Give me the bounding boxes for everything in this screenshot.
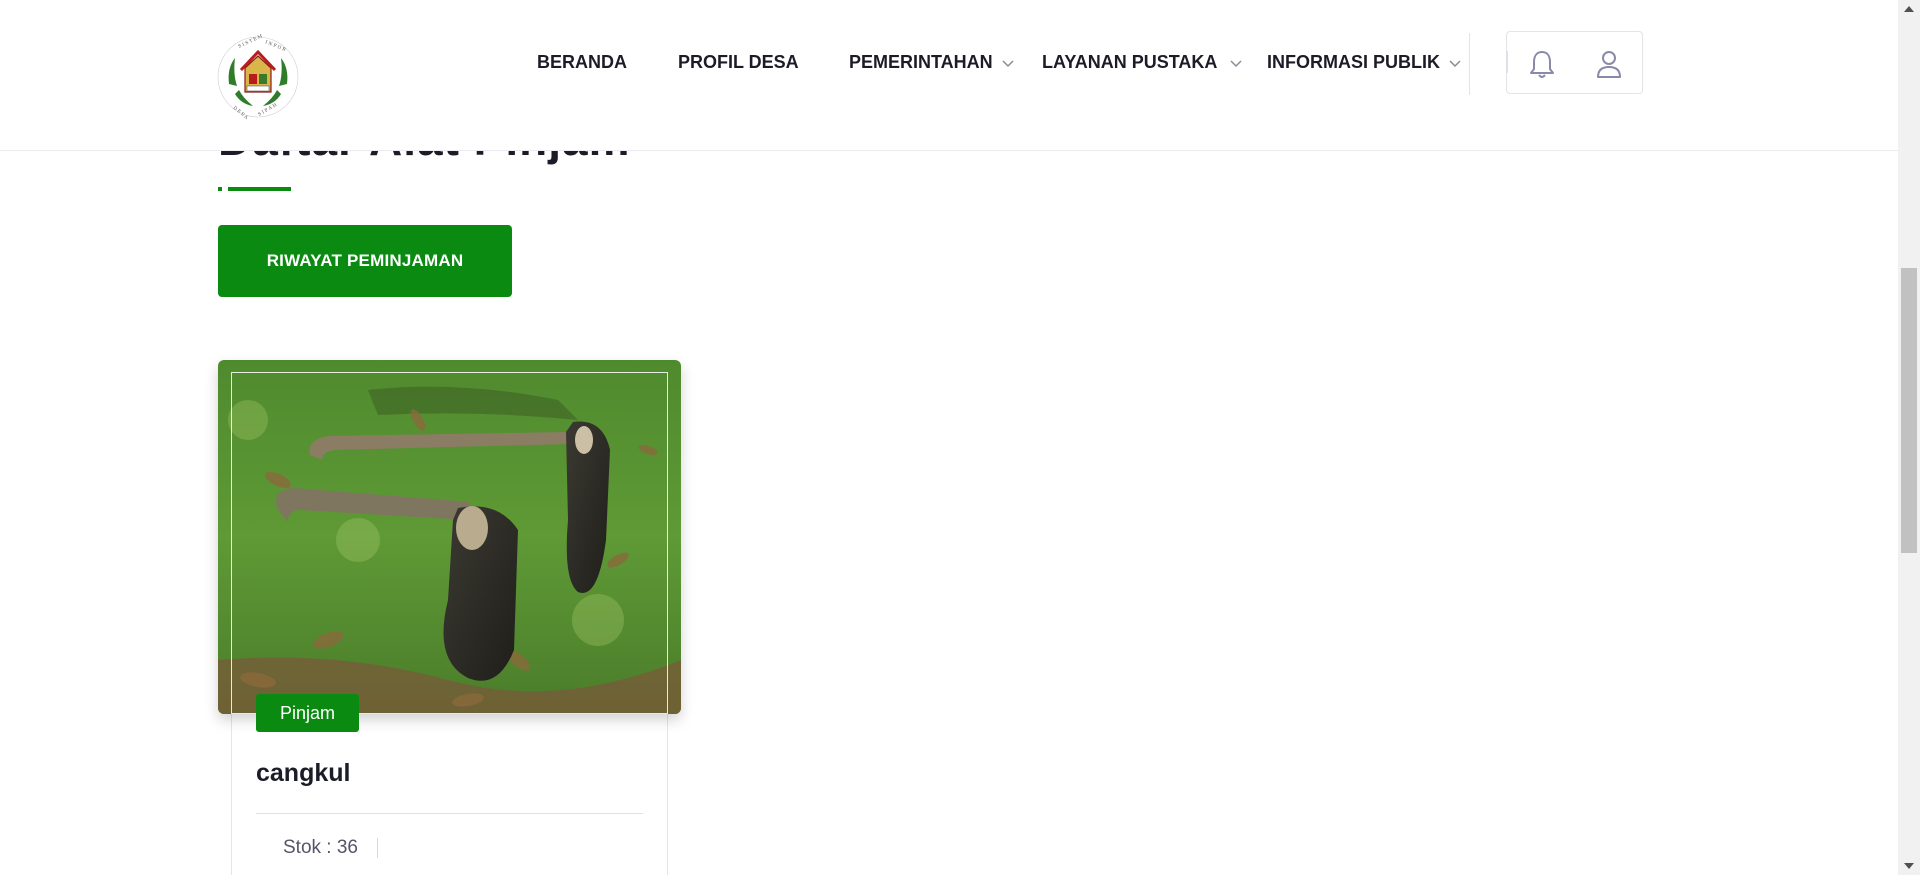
chevron-down-icon xyxy=(1449,59,1461,67)
chevron-down-icon xyxy=(1002,59,1014,67)
account-button[interactable] xyxy=(1594,48,1624,80)
nav-informasi-publik-label: INFORMASI PUBLIK xyxy=(1267,52,1440,72)
product-name[interactable]: cangkul xyxy=(256,759,350,788)
nav-pemerintahan-label: PEMERINTAHAN xyxy=(849,52,993,72)
page-scrollbar[interactable] xyxy=(1898,0,1920,875)
bell-icon xyxy=(1530,51,1554,78)
village-emblem-icon: S I S T E M I N F O R D E S A S I P A H xyxy=(217,33,299,121)
nav-layanan-pustaka-label: LAYANAN PUSTAKA xyxy=(1042,52,1218,72)
title-underline xyxy=(218,187,291,191)
village-logo[interactable]: S I S T E M I N F O R D E S A S I P A H xyxy=(215,33,301,121)
nav-profil-desa-label: PROFIL DESA xyxy=(678,52,799,72)
site-header: S I S T E M I N F O R D E S A S I P A H … xyxy=(0,0,1898,151)
nav-layanan-pustaka[interactable]: LAYANAN PUSTAKA xyxy=(1042,52,1243,73)
stock-count: Stok : 36 xyxy=(283,837,358,858)
stock-separator xyxy=(377,838,378,858)
product-image[interactable] xyxy=(218,360,681,714)
scroll-down-arrow[interactable] xyxy=(1898,857,1920,875)
loan-history-button[interactable]: RIWAYAT PEMINJAMAN xyxy=(218,225,512,297)
scroll-up-arrow[interactable] xyxy=(1898,0,1920,18)
hoe-tools-photo xyxy=(218,360,681,714)
borrow-button[interactable]: Pinjam xyxy=(256,694,359,732)
notification-button[interactable] xyxy=(1527,48,1557,80)
card-divider xyxy=(256,813,643,814)
nav-profil-desa[interactable]: PROFIL DESA xyxy=(678,52,799,73)
nav-informasi-publik[interactable]: INFORMASI PUBLIK xyxy=(1267,52,1462,73)
nav-divider xyxy=(1469,33,1470,95)
user-icon xyxy=(1597,51,1621,78)
arrow-down-icon xyxy=(1904,863,1914,869)
chevron-down-icon xyxy=(1230,59,1242,67)
nav-beranda[interactable]: BERANDA xyxy=(537,52,627,73)
scroll-thumb[interactable] xyxy=(1901,268,1917,553)
header-tools-tick xyxy=(1506,51,1508,73)
nav-beranda-label: BERANDA xyxy=(537,52,627,72)
nav-pemerintahan[interactable]: PEMERINTAHAN xyxy=(849,52,1015,73)
arrow-up-icon xyxy=(1904,6,1914,12)
